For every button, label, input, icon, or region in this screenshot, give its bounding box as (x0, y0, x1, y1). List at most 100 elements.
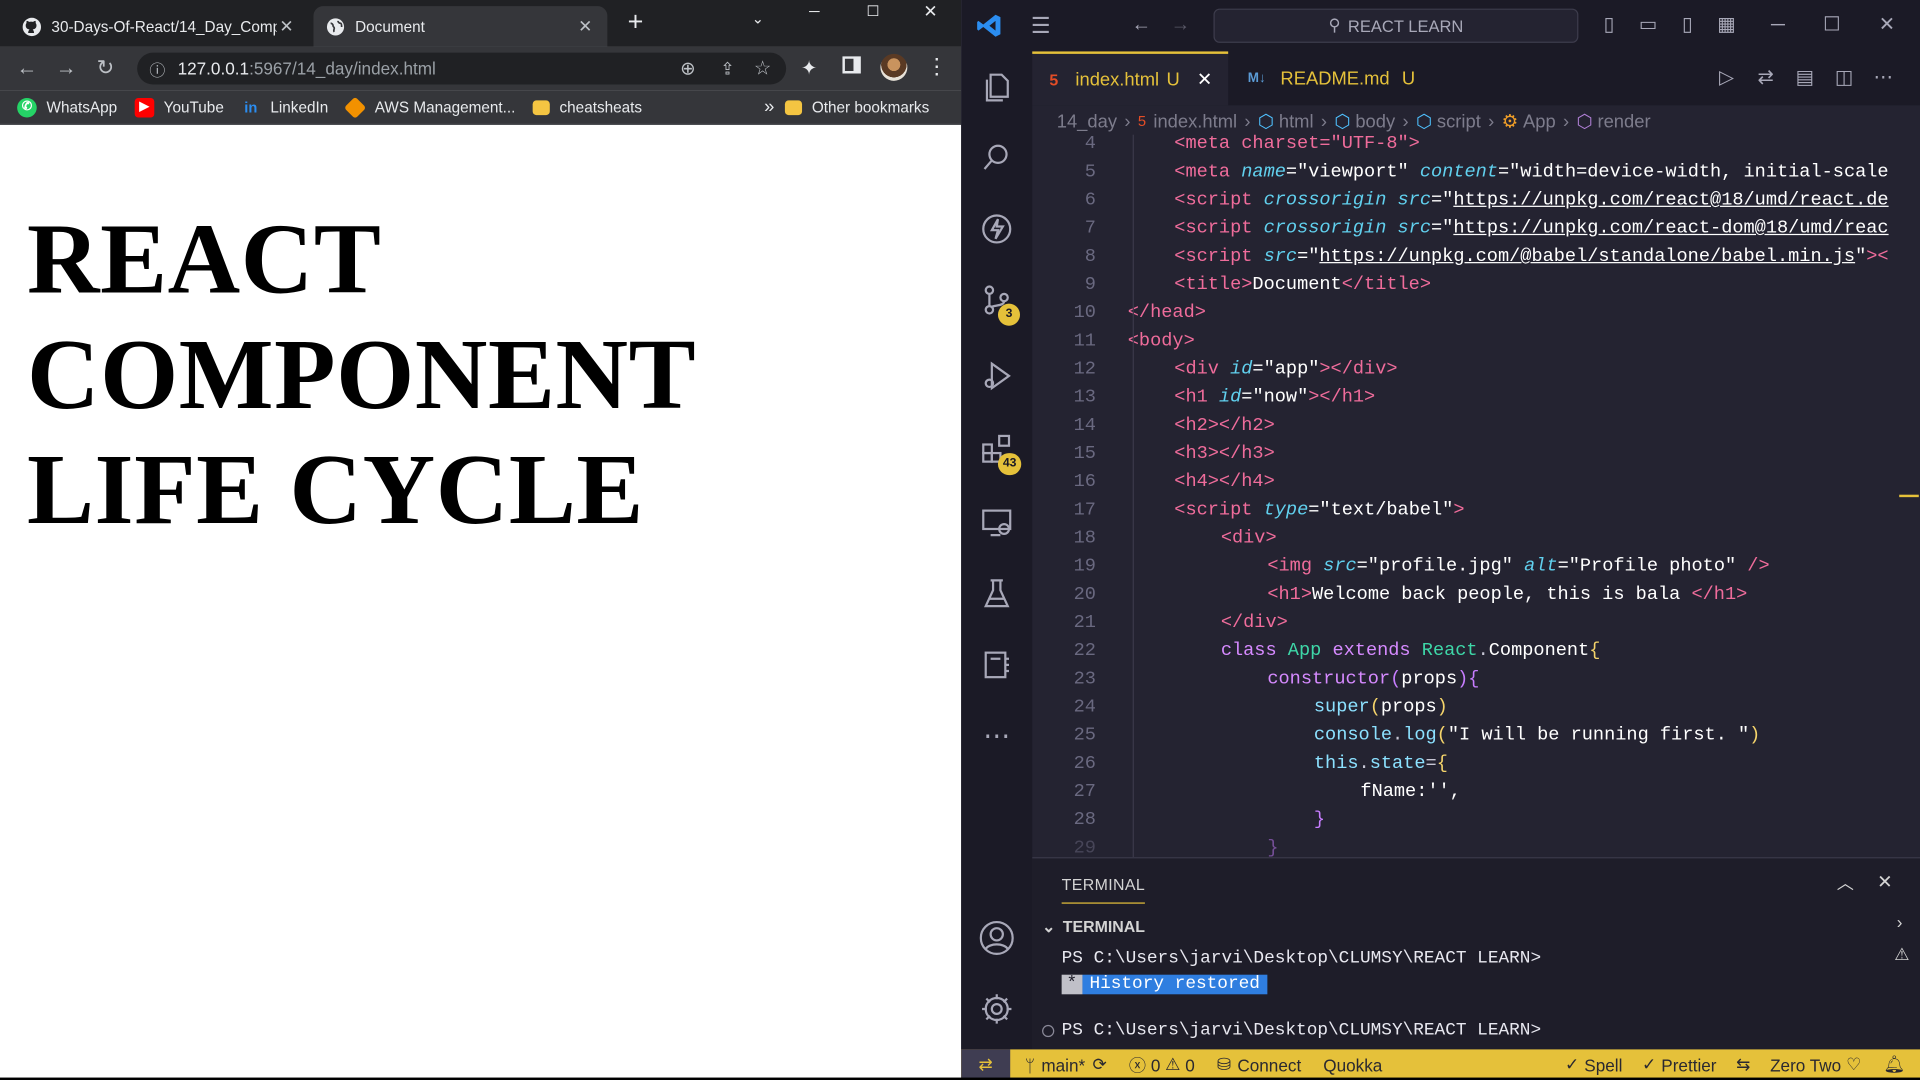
bookmark-linkedin[interactable]: in LinkedIn (241, 97, 328, 117)
line-number: 25 (1073, 723, 1096, 746)
code-line: 27 fName:'', (1032, 778, 1920, 806)
prettier-status[interactable]: ✓ Prettier (1642, 1054, 1717, 1075)
forward-arrow-icon[interactable]: → (47, 49, 86, 88)
terminal-section-header[interactable]: ⌄ TERMINAL (1042, 917, 1145, 937)
run-debug-icon[interactable] (961, 340, 1032, 411)
tab-document[interactable]: Document ✕ (313, 6, 608, 47)
breadcrumb-item[interactable]: render (1597, 111, 1650, 132)
line-number: 8 (1084, 244, 1096, 267)
chrome-menu-icon[interactable]: ⋮ (926, 54, 948, 78)
bookmark-label: LinkedIn (270, 98, 329, 116)
live-share-icon[interactable]: ⇆ (1736, 1054, 1750, 1075)
more-views-icon[interactable]: ⋯ (961, 700, 1032, 771)
connect-status[interactable]: ⛁ Connect (1217, 1054, 1301, 1075)
spell-status[interactable]: ✓ Spell (1565, 1054, 1622, 1075)
testing-flask-icon[interactable] (961, 558, 1032, 629)
minimize-button[interactable]: ─ (786, 0, 842, 24)
chevron-right-icon[interactable]: › (1897, 912, 1903, 932)
split-editor-icon[interactable]: ◫ (1831, 65, 1858, 92)
customize-layout-icon[interactable]: ▦ (1713, 12, 1740, 39)
close-tab-icon[interactable]: ✕ (1197, 69, 1212, 91)
maximize-panel-icon[interactable]: ︿ (1837, 871, 1854, 895)
code-text: console (1313, 723, 1393, 746)
maximize-button[interactable]: ☐ (1818, 12, 1845, 39)
breadcrumb-item[interactable]: 14_day (1057, 111, 1117, 132)
tab-index-html[interactable]: 5 index.html U ✕ (1032, 51, 1229, 106)
share-icon[interactable]: ⇪ (720, 58, 734, 79)
search-icon[interactable] (961, 122, 1032, 193)
remote-indicator-icon[interactable]: ⇄ (961, 1049, 1011, 1080)
command-center-search[interactable]: ⚲ REACT LEARN (1213, 8, 1579, 43)
back-arrow-icon[interactable]: ← (1128, 12, 1155, 39)
toggle-secondary-sidebar-icon[interactable]: ▯ (1674, 12, 1701, 39)
close-window-button[interactable]: ✕ (1873, 12, 1900, 39)
theme-status[interactable]: Zero Two ♡ (1770, 1054, 1861, 1075)
breadcrumb-item[interactable]: html (1279, 111, 1314, 132)
terminal-prompt[interactable]: PS C:\Users\jarvi\Desktop\CLUMSY\REACT L… (1062, 1021, 1541, 1041)
minimize-button[interactable]: ─ (1765, 12, 1792, 39)
side-panel-icon[interactable] (842, 56, 861, 74)
code-line: 11 <body> (1032, 327, 1920, 355)
code-line: 29} (1073, 836, 1279, 858)
forward-arrow-icon[interactable]: → (1167, 12, 1194, 39)
problems-status[interactable]: ⓧ 0 ⚠ 0 (1129, 1052, 1195, 1076)
explorer-icon[interactable] (961, 51, 1032, 122)
extensions-icon[interactable]: ✦ (801, 56, 817, 80)
breadcrumb-item[interactable]: script (1437, 111, 1481, 132)
more-actions-icon[interactable]: ⋯ (1870, 65, 1897, 92)
settings-gear-icon[interactable] (961, 973, 1032, 1044)
branch-status[interactable]: ᛘ main* ⟳ (1025, 1054, 1107, 1075)
address-bar[interactable]: ⓘ 127.0.0.1:5967/14_day/index.html ⊕ ⇪ ☆ (137, 52, 787, 85)
reload-icon[interactable]: ↻ (86, 49, 125, 88)
code-link[interactable]: https://unpkg.com/react@18/umd/react.de (1453, 189, 1888, 211)
compare-changes-icon[interactable]: ⇄ (1752, 65, 1779, 92)
new-tab-button[interactable]: + (622, 8, 649, 37)
zoom-icon[interactable]: ⊕ (680, 58, 695, 80)
close-window-button[interactable]: ✕ (902, 0, 958, 24)
back-arrow-icon[interactable]: ← (7, 49, 46, 88)
code-text: =" (1431, 188, 1454, 211)
toggle-panel-icon[interactable]: ▭ (1635, 12, 1662, 39)
bookmark-youtube[interactable]: ▶ YouTube (134, 97, 224, 117)
notebook-icon[interactable] (961, 629, 1032, 700)
code-editor[interactable]: 4 <meta charset="UTF-8"> 5 <meta name="vie… (1032, 135, 1920, 857)
accounts-icon[interactable] (961, 902, 1032, 973)
tab-github[interactable]: 30-Days-Of-React/14_Day_Comp ✕ (10, 6, 309, 46)
chevron-down-icon: ⌄ (1042, 917, 1056, 936)
bookmarks-overflow-button[interactable]: » (764, 97, 774, 118)
quokka-status[interactable]: Quokka (1323, 1055, 1382, 1075)
close-panel-icon[interactable]: ✕ (1877, 871, 1892, 893)
toggle-primary-sidebar-icon[interactable]: ▯ (1596, 12, 1623, 39)
site-info-icon[interactable]: ⓘ (149, 57, 165, 80)
run-play-icon[interactable]: ▷ (1713, 65, 1740, 92)
extensions-icon[interactable]: 43 (961, 414, 1032, 485)
open-preview-icon[interactable]: ▤ (1791, 65, 1818, 92)
panel-tab-terminal[interactable]: TERMINAL (1061, 876, 1146, 904)
breadcrumb-item[interactable]: body (1355, 111, 1395, 132)
notifications-bell-icon[interactable]: 🔔︎ (1884, 1054, 1906, 1075)
bookmark-aws[interactable]: AWS Management... (344, 96, 515, 119)
warning-icon[interactable]: ⚠ (1894, 944, 1909, 965)
bookmark-cheatsheats[interactable]: cheatsheats (532, 99, 642, 116)
tab-git-status: U (1166, 69, 1180, 91)
profile-avatar[interactable] (880, 53, 908, 81)
tab-search-icon[interactable]: ⌄ (730, 7, 786, 31)
maximize-button[interactable]: ☐ (845, 0, 901, 24)
page-heading: REACT COMPONENT LIFE CYCLE (27, 202, 696, 547)
other-bookmarks[interactable]: Other bookmarks (784, 99, 929, 116)
remote-explorer-icon[interactable] (961, 487, 1032, 558)
lightning-icon[interactable] (961, 193, 1032, 264)
code-line: 6 <script crossorigin src="https://unpkg.… (1032, 186, 1920, 214)
code-link[interactable]: https://unpkg.com/@babel/standalone/babe… (1319, 245, 1855, 267)
breadcrumb-item[interactable]: App (1523, 111, 1556, 132)
source-control-icon[interactable]: 3 (961, 264, 1032, 335)
tab-readme-md[interactable]: M↓ README.md U (1231, 51, 1427, 105)
code-link[interactable]: https://unpkg.com/react-dom@18/umd/reac (1453, 217, 1888, 239)
close-tab-icon[interactable]: ✕ (576, 16, 596, 37)
close-tab-icon[interactable]: ✕ (277, 16, 297, 37)
breadcrumb-item[interactable]: index.html (1153, 111, 1237, 132)
bookmark-whatsapp[interactable]: ✆ WhatsApp (17, 97, 117, 117)
menu-hamburger-icon[interactable]: ☰ (1027, 12, 1054, 39)
bookmark-star-icon[interactable]: ☆ (754, 56, 772, 80)
code-line: 10 </head> (1032, 299, 1920, 327)
